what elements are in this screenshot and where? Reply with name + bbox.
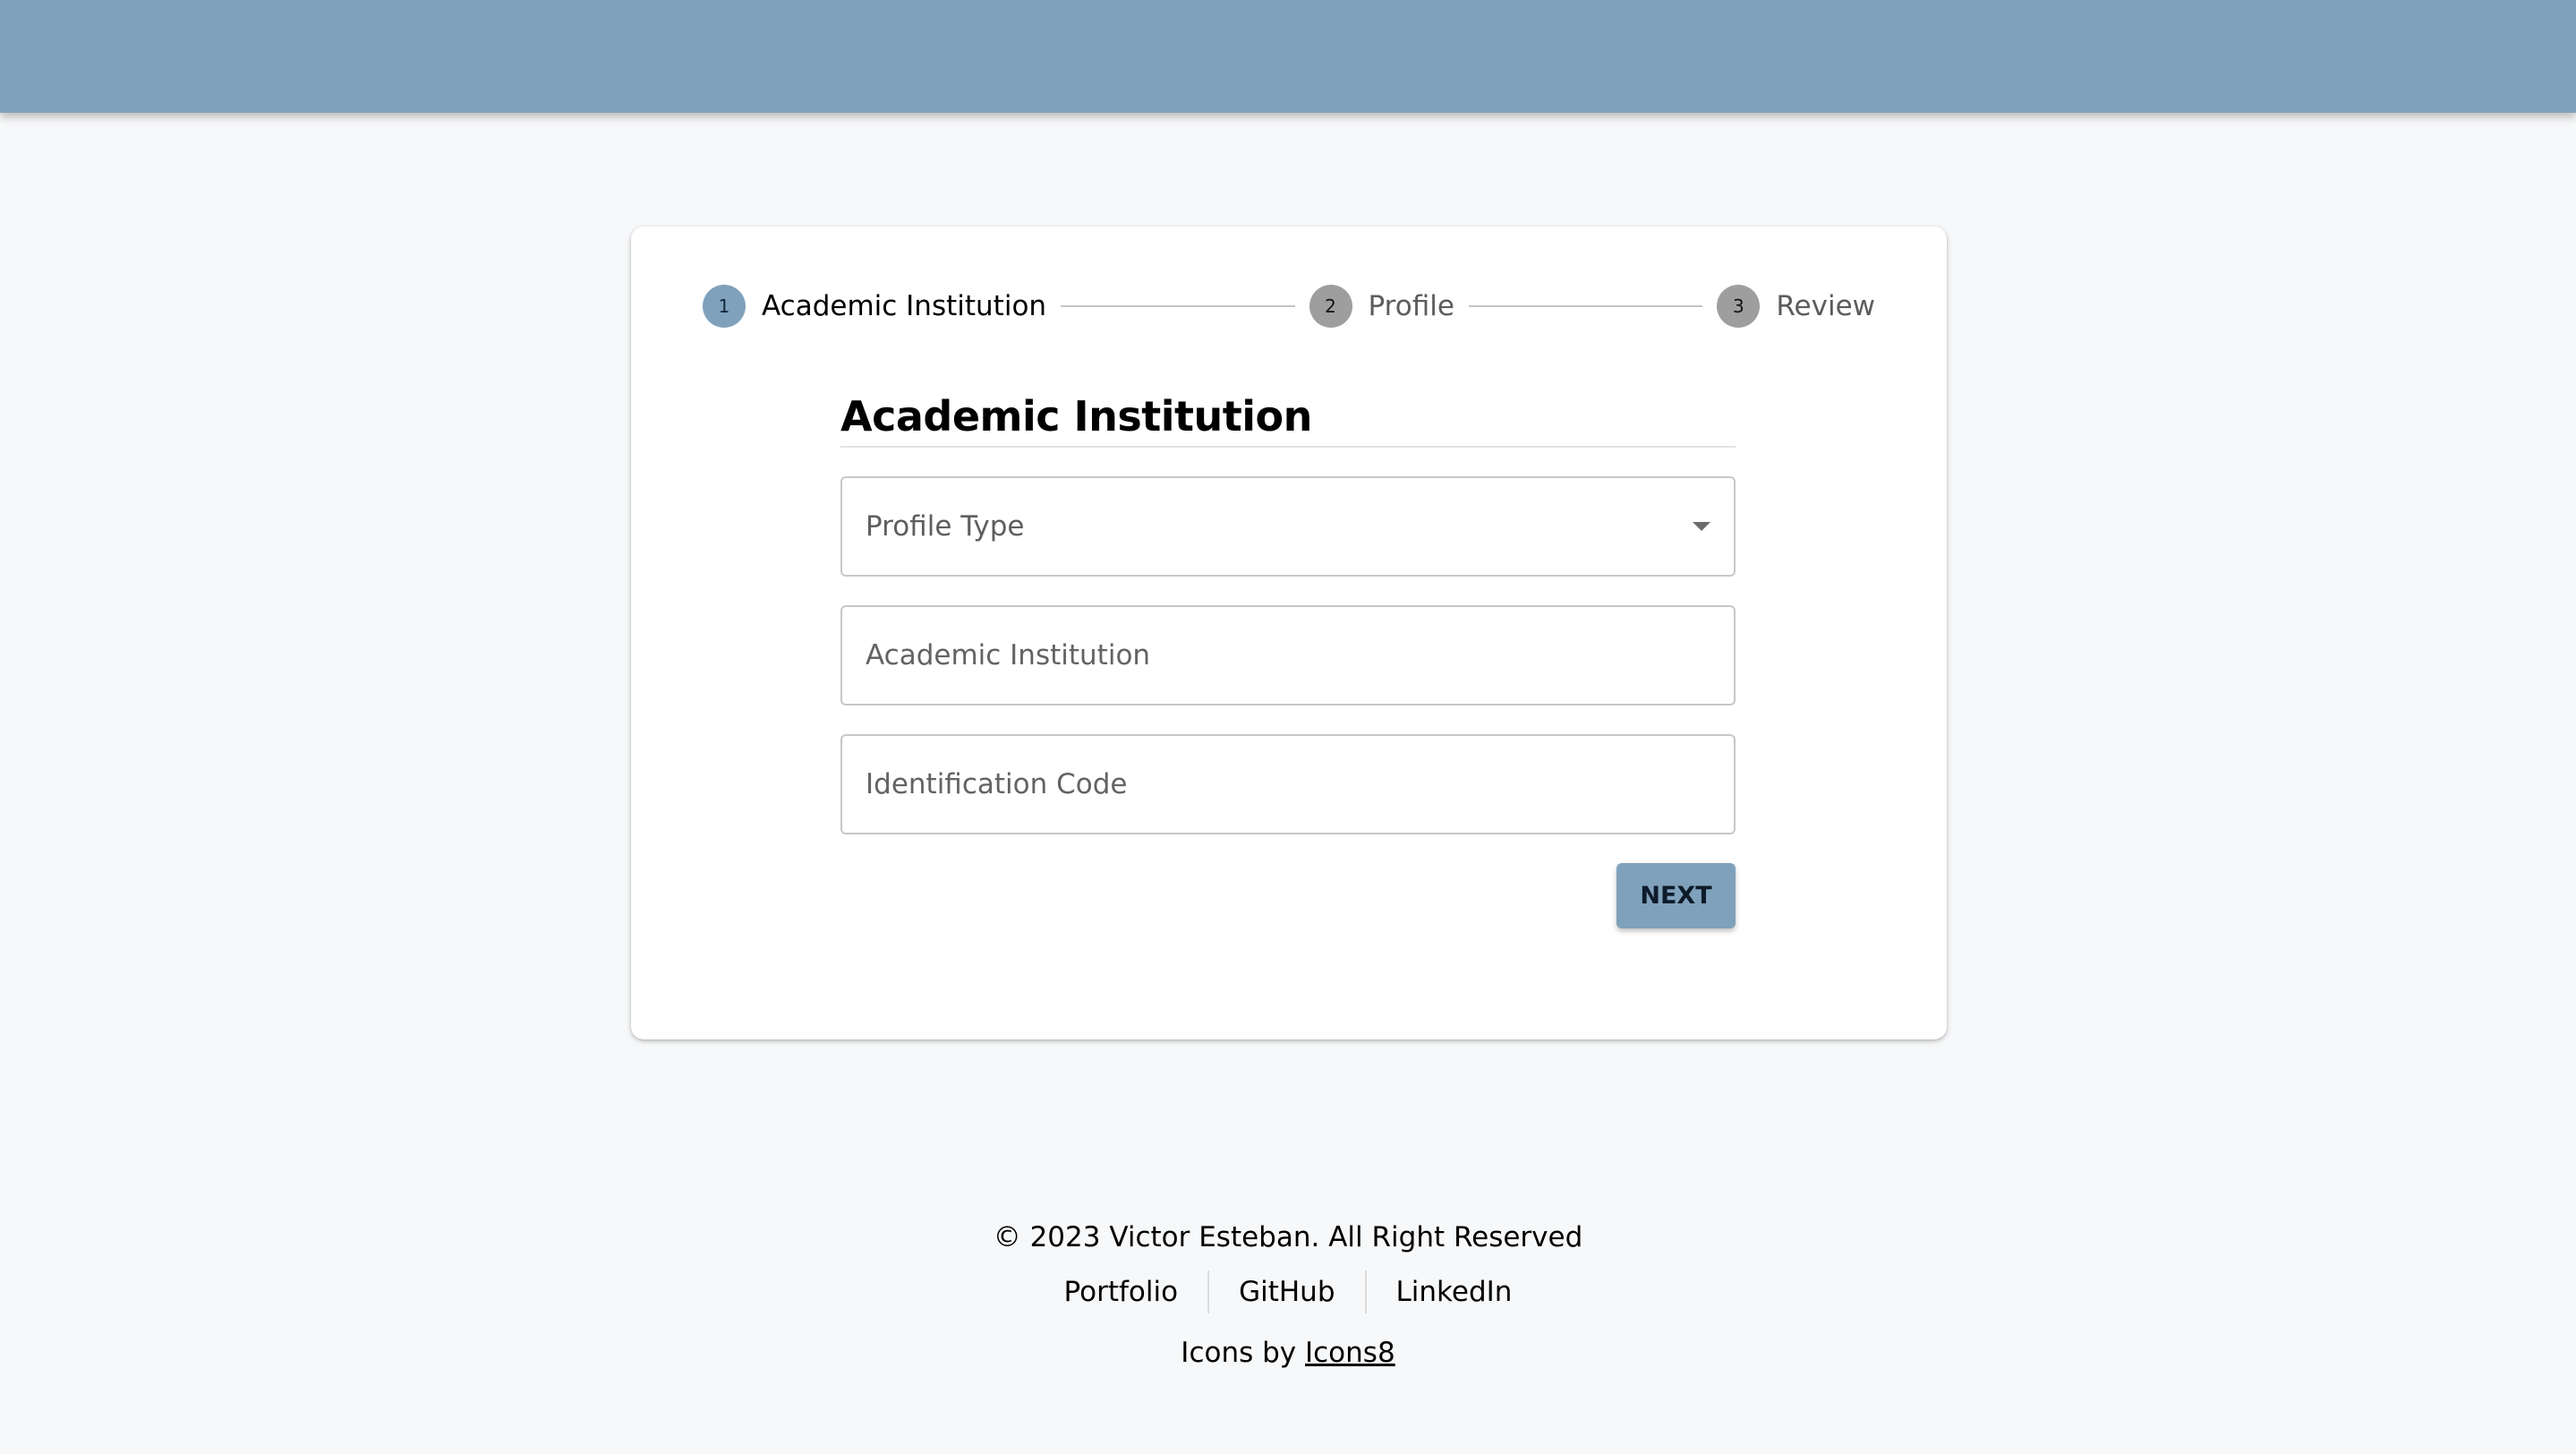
academic-institution-form: Academic Institution Profile Type NEXT [840, 383, 1736, 928]
academic-institution-input[interactable] [866, 639, 1671, 671]
step-1-label: Academic Institution [762, 290, 1047, 322]
registration-card: 1 Academic Institution 2 Profile 3 Revie… [631, 227, 1947, 1039]
step-profile[interactable]: 2 Profile [1309, 285, 1454, 328]
step-1-number: 1 [703, 285, 746, 328]
step-3-number: 3 [1717, 285, 1761, 328]
step-3-label: Review [1776, 290, 1875, 322]
step-review[interactable]: 3 Review [1717, 285, 1875, 328]
form-title: Academic Institution [840, 383, 1736, 448]
credits-prefix: Icons by [1181, 1337, 1297, 1369]
footer-links: Portfolio GitHub LinkedIn [0, 1262, 2576, 1322]
github-link[interactable]: GitHub [1209, 1276, 1364, 1308]
stepper: 1 Academic Institution 2 Profile 3 Revie… [703, 284, 1875, 329]
identification-code-input[interactable] [866, 768, 1671, 800]
form-actions: NEXT [840, 863, 1736, 928]
icons8-link[interactable]: Icons8 [1305, 1337, 1395, 1369]
step-academic-institution[interactable]: 1 Academic Institution [703, 285, 1046, 328]
caret-down-icon [1693, 522, 1710, 531]
copyright-text: © 2023 Victor Esteban. All Right Reserve… [993, 1221, 1583, 1253]
step-connector [1468, 305, 1703, 307]
portfolio-link[interactable]: Portfolio [1035, 1276, 1208, 1308]
identification-code-field-wrapper [840, 734, 1736, 834]
profile-type-placeholder: Profile Type [866, 510, 1025, 543]
footer: © 2023 Victor Esteban. All Right Reserve… [0, 1213, 2576, 1383]
icon-credits: Icons by Icons8 [0, 1322, 2576, 1383]
step-connector [1061, 305, 1295, 307]
academic-institution-field-wrapper [840, 605, 1736, 706]
step-2-number: 2 [1309, 285, 1352, 328]
top-app-bar [0, 0, 2576, 113]
profile-type-select[interactable]: Profile Type [840, 476, 1736, 577]
linkedin-link[interactable]: LinkedIn [1367, 1276, 1542, 1308]
step-2-label: Profile [1368, 290, 1454, 322]
next-button[interactable]: NEXT [1616, 863, 1736, 928]
